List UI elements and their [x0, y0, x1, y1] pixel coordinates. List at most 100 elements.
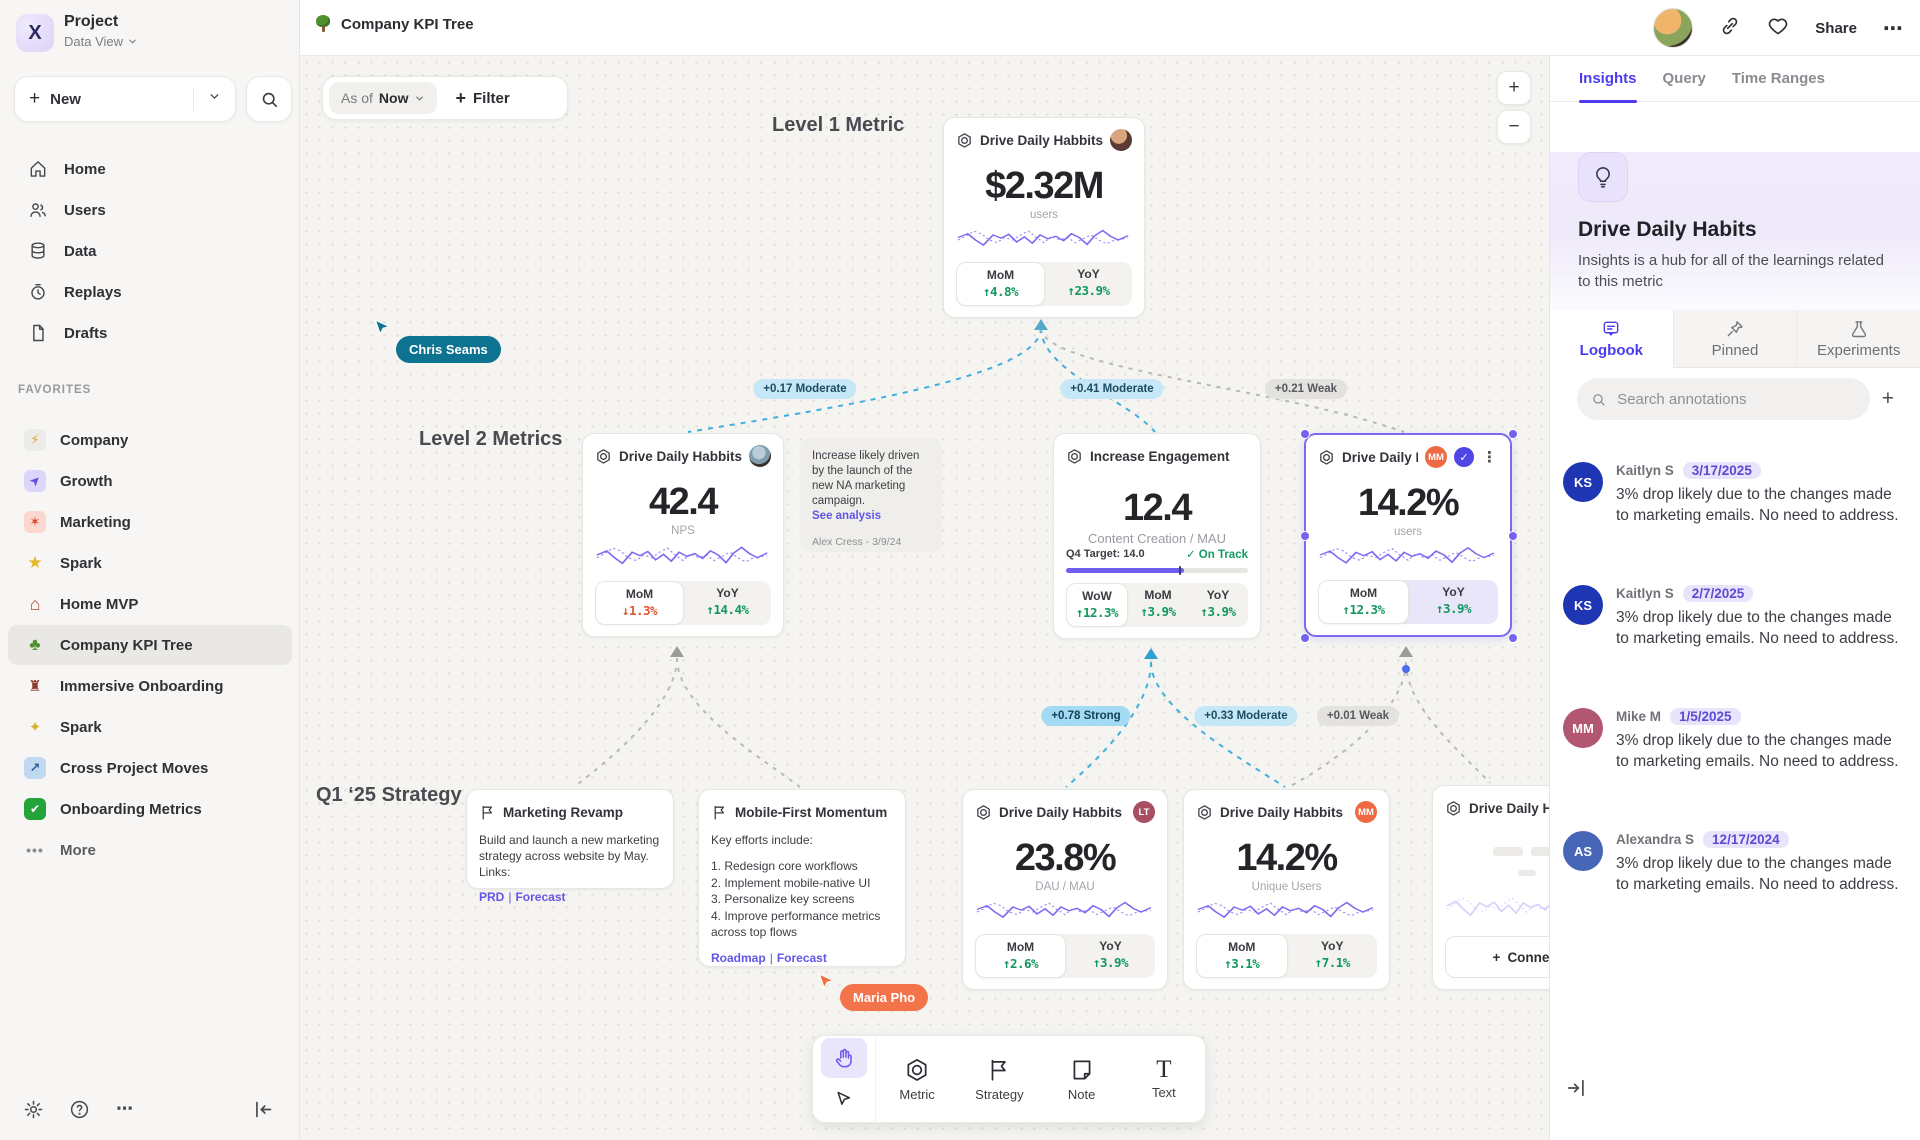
more-options-button[interactable]: ⋯	[110, 1094, 140, 1124]
collapse-sidebar-button[interactable]	[248, 1094, 278, 1124]
metric-card-drive-daily-habbits-unique[interactable]: Drive Daily Habbits MM 14.2% Unique User…	[1183, 789, 1390, 990]
zoom-out-button[interactable]: −	[1497, 110, 1531, 144]
workspace-switcher[interactable]: Data View	[64, 34, 138, 49]
help-button[interactable]	[64, 1094, 94, 1124]
sidebar-item-home[interactable]: Home	[8, 149, 292, 189]
sidebar-fav-company[interactable]: ⚡ Company	[8, 420, 292, 460]
selection-handle[interactable]	[1508, 429, 1518, 439]
zoom-in-button[interactable]: +	[1497, 71, 1531, 105]
sidebar-fav-marketing[interactable]: ✶ Marketing	[8, 502, 292, 542]
yoy-toggle[interactable]: YoY ↑23.9%	[1045, 262, 1132, 306]
sidebar-fav-growth[interactable]: ➤ Growth	[8, 461, 292, 501]
tab-time-ranges[interactable]: Time Ranges	[1732, 56, 1825, 102]
search-input[interactable]	[1615, 390, 1856, 409]
sidebar-item-users[interactable]: Users	[8, 190, 292, 230]
metric-card-drive-daily-habbits-dau[interactable]: Drive Daily Habbits LT 23.8% DAU / MAU M…	[962, 789, 1168, 990]
metric-card-partial[interactable]: Drive Daily Hab + Connect	[1432, 785, 1549, 990]
mom-toggle[interactable]: MoM ↑3.1%	[1196, 934, 1288, 978]
forecast-link[interactable]: Forecast	[777, 951, 827, 965]
mom-toggle[interactable]: MoM ↑2.6%	[975, 934, 1066, 978]
tab-query[interactable]: Query	[1663, 56, 1706, 102]
yoy-toggle[interactable]: YoY ↑3.9%	[1409, 580, 1498, 624]
yoy-toggle[interactable]: YoY ↑3.9%	[1066, 934, 1155, 978]
sidebar-item-data[interactable]: Data	[8, 231, 292, 271]
sidebar-fav-immersive-onboarding[interactable]: ♜ Immersive Onboarding	[8, 666, 292, 706]
new-button[interactable]: + New	[14, 76, 236, 122]
selection-handle[interactable]	[1300, 429, 1310, 439]
metric-card-drive-daily-habbits-selected[interactable]: Drive Daily Habb.. MM ✓ ⋮ 14.2% users Mo…	[1304, 433, 1512, 637]
strategy-card-marketing-revamp[interactable]: Marketing Revamp Build and launch a new …	[466, 789, 674, 889]
copy-link-button[interactable]	[1719, 15, 1741, 42]
strategy-tool-button[interactable]: Strategy	[958, 1036, 1040, 1122]
prd-link[interactable]: PRD	[479, 890, 504, 904]
owner-avatar[interactable]	[1110, 129, 1132, 151]
mom-toggle[interactable]: MoM ↑3.9%	[1128, 583, 1188, 627]
subtab-pinned[interactable]: Pinned	[1673, 310, 1797, 368]
sidebar-fav-onboarding-metrics[interactable]: ✔ Onboarding Metrics	[8, 789, 292, 829]
owner-avatar[interactable]	[749, 445, 771, 467]
edge-label[interactable]: +0.21 Weak	[1265, 379, 1347, 399]
edge-label[interactable]: +0.01 Weak	[1317, 706, 1399, 726]
project-logo[interactable]: X	[16, 14, 54, 52]
sidebar-item-replays[interactable]: Replays	[8, 272, 292, 312]
sidebar-fav-spark2[interactable]: ✦ Spark	[8, 707, 292, 747]
annotation-item[interactable]: MM Mike M 1/5/2025 3% drop likely due to…	[1563, 708, 1908, 772]
owner-avatar-lt[interactable]: LT	[1133, 801, 1155, 823]
note-card[interactable]: Increase likely driven by the launch of …	[800, 438, 942, 552]
forecast-link[interactable]: Forecast	[515, 890, 565, 904]
sidebar-fav-home-mvp[interactable]: ⌂ Home MVP	[8, 584, 292, 624]
subtab-experiments[interactable]: Experiments	[1796, 310, 1920, 368]
as-of-dropdown[interactable]: As of Now	[329, 82, 437, 114]
annotation-item[interactable]: KS Kaitlyn S 2/7/2025 3% drop likely due…	[1563, 585, 1908, 649]
mom-toggle[interactable]: MoM ↑4.8%	[956, 262, 1045, 306]
yoy-toggle[interactable]: YoY ↑3.9%	[1188, 583, 1248, 627]
selection-handle[interactable]	[1508, 633, 1518, 643]
hand-tool-button[interactable]	[821, 1038, 867, 1078]
selection-handle[interactable]	[1300, 633, 1310, 643]
search-button[interactable]	[246, 76, 292, 122]
edge-label[interactable]: +0.17 Moderate	[753, 379, 856, 399]
selection-handle[interactable]	[1300, 531, 1310, 541]
owner-avatar-mm[interactable]: MM	[1425, 446, 1447, 468]
edge-label[interactable]: +0.78 Strong	[1041, 706, 1130, 726]
selection-handle[interactable]	[1508, 531, 1518, 541]
card-menu-button[interactable]: ⋮	[1481, 448, 1498, 466]
metric-card-increase-engagement[interactable]: Increase Engagement 12.4 Content Creatio…	[1053, 433, 1261, 639]
edge-label[interactable]: +0.41 Moderate	[1060, 379, 1163, 399]
new-dropdown-chevron[interactable]	[194, 90, 235, 108]
verified-check-badge[interactable]: ✓	[1454, 447, 1474, 467]
connect-button[interactable]: + Connect	[1445, 936, 1549, 978]
edge-label[interactable]: +0.33 Moderate	[1194, 706, 1297, 726]
note-tool-button[interactable]: Note	[1041, 1036, 1123, 1122]
sidebar-fav-company-kpi-tree[interactable]: ♣ Company KPI Tree	[8, 625, 292, 665]
sidebar-fav-cross-project-moves[interactable]: ↗ Cross Project Moves	[8, 748, 292, 788]
owner-avatar-mm[interactable]: MM	[1355, 801, 1377, 823]
filter-button[interactable]: + Filter	[445, 88, 519, 109]
sidebar-fav-spark[interactable]: ★ Spark	[8, 543, 292, 583]
user-avatar[interactable]	[1653, 8, 1693, 48]
annotation-search[interactable]	[1577, 378, 1870, 420]
text-tool-button[interactable]: T Text	[1123, 1036, 1205, 1122]
sidebar-more-button[interactable]: ••• More	[8, 830, 292, 870]
favorite-heart-button[interactable]	[1767, 15, 1789, 42]
roadmap-link[interactable]: Roadmap	[711, 951, 766, 965]
metric-tool-button[interactable]: Metric	[876, 1036, 958, 1122]
select-tool-button[interactable]	[821, 1080, 867, 1120]
wow-toggle[interactable]: WoW ↑12.3%	[1066, 583, 1128, 627]
add-annotation-button[interactable]: +	[1882, 387, 1894, 411]
subtab-logbook[interactable]: Logbook	[1550, 310, 1673, 368]
collapse-panel-button[interactable]	[1565, 1077, 1587, 1104]
sidebar-item-drafts[interactable]: Drafts	[8, 313, 292, 353]
yoy-toggle[interactable]: YoY ↑7.1%	[1288, 934, 1378, 978]
settings-gear-button[interactable]	[18, 1094, 48, 1124]
see-analysis-link[interactable]: See analysis	[812, 510, 930, 522]
more-menu-button[interactable]: ⋯	[1883, 16, 1904, 41]
metric-card-drive-daily-habbits-nps[interactable]: Drive Daily Habbits 42.4 NPS MoM ↓1.3% Y…	[582, 433, 784, 637]
metric-card-drive-daily-habbits-l1[interactable]: Drive Daily Habbits $2.32M users MoM ↑4.…	[943, 117, 1145, 318]
strategy-card-mobile-first-momentum[interactable]: Mobile-First Momentum Key efforts includ…	[698, 789, 906, 967]
yoy-toggle[interactable]: YoY ↑14.4%	[684, 581, 771, 625]
share-button[interactable]: Share	[1815, 20, 1857, 37]
mom-toggle[interactable]: MoM ↑12.3%	[1318, 580, 1409, 624]
tab-insights[interactable]: Insights	[1579, 56, 1637, 102]
kpi-tree-canvas[interactable]: As of Now + Filter + − Level 1 Metric Le…	[300, 56, 1549, 1140]
